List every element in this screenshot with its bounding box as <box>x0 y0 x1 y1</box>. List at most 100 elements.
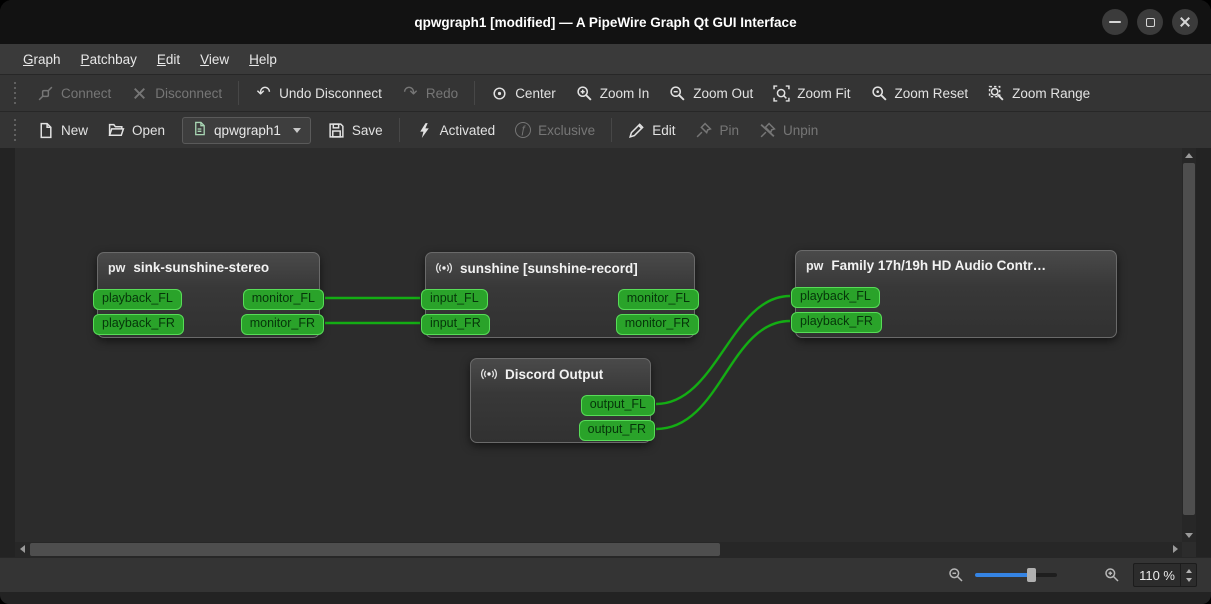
connect-icon <box>37 85 54 102</box>
zoom-spin-down-button[interactable] <box>1181 575 1196 586</box>
edit-pencil-icon <box>628 122 645 139</box>
close-button[interactable] <box>1172 9 1198 35</box>
disconnect-button[interactable]: Disconnect <box>121 78 232 109</box>
node-sink-sunshine-stereo[interactable]: pw sink-sunshine-stereo playback_FL play… <box>93 252 324 338</box>
exclusive-icon: ƒ <box>515 122 532 138</box>
center-label: Center <box>515 85 556 101</box>
zoom-spin-buttons <box>1180 564 1196 586</box>
graph-canvas[interactable]: pw sink-sunshine-stereo playback_FL play… <box>15 148 1182 542</box>
edit-button[interactable]: Edit <box>618 115 685 146</box>
port-input-fl[interactable]: input_FL <box>421 289 488 310</box>
new-file-icon <box>37 122 54 139</box>
node-title: sink-sunshine-stereo <box>133 260 270 275</box>
zoom-value: 110 % <box>1139 567 1175 583</box>
zoom-slider[interactable] <box>975 568 1057 582</box>
open-button[interactable]: Open <box>98 115 175 146</box>
zoom-out-button[interactable]: Zoom Out <box>659 78 763 109</box>
port-monitor-fl[interactable]: monitor_FL <box>617 289 699 310</box>
activated-button[interactable]: Activated <box>406 115 506 146</box>
menubar: Graph Patchbay Edit View Help <box>0 44 1211 74</box>
zoom-fit-label: Zoom Fit <box>797 85 851 101</box>
save-button[interactable]: Save <box>318 115 393 146</box>
menu-edit[interactable]: Edit <box>147 48 190 71</box>
redo-button[interactable]: ↷ Redo <box>392 78 468 109</box>
app-window: qpwgraph1 [modified] — A PipeWire Graph … <box>0 0 1211 604</box>
arrow-left-icon <box>16 545 25 553</box>
scroll-right-button[interactable] <box>1168 542 1182 556</box>
zoom-slider-handle[interactable] <box>1027 568 1036 582</box>
horizontal-scrollbar[interactable] <box>15 542 1182 557</box>
arrow-up-icon <box>1185 149 1193 158</box>
undo-icon: ↶ <box>256 82 271 103</box>
arrow-right-icon <box>1172 545 1182 553</box>
zoom-out-mag-icon[interactable] <box>948 567 964 583</box>
zoom-spin-up-button[interactable] <box>1181 564 1196 575</box>
port-input-fr[interactable]: input_FR <box>421 314 490 335</box>
menu-patchbay[interactable]: Patchbay <box>71 48 147 71</box>
patchbay-toolbar: New Open qpwgraph1 Save Activated ƒ Excl… <box>0 111 1211 148</box>
scroll-down-button[interactable] <box>1182 528 1196 542</box>
unpin-button[interactable]: Unpin <box>749 115 828 146</box>
toolbar-separator <box>474 81 476 105</box>
port-output-fl[interactable]: output_FL <box>580 395 655 416</box>
patchbay-file-combo[interactable]: qpwgraph1 <box>182 116 311 144</box>
node-sunshine-record[interactable]: sunshine [sunshine-record] input_FL inpu… <box>421 252 699 338</box>
pin-button[interactable]: Pin <box>685 115 749 146</box>
zoom-out-label: Zoom Out <box>693 85 754 101</box>
maximize-icon <box>1145 17 1155 27</box>
zoom-range-icon <box>988 85 1005 102</box>
disconnect-label: Disconnect <box>155 85 223 101</box>
scroll-left-button[interactable] <box>15 542 29 556</box>
save-label: Save <box>351 122 383 138</box>
port-monitor-fr[interactable]: monitor_FR <box>240 314 324 335</box>
vertical-scrollbar[interactable] <box>1182 148 1196 542</box>
activated-label: Activated <box>439 122 496 138</box>
statusbar: 110 % <box>0 557 1211 592</box>
zoom-in-mag-icon[interactable] <box>1104 567 1120 583</box>
center-button[interactable]: Center <box>481 78 566 109</box>
toolbar-separator <box>238 81 240 105</box>
toolbar-grip[interactable] <box>13 119 18 141</box>
save-icon <box>328 122 345 139</box>
node-family-hd-audio[interactable]: pw Family 17h/19h HD Audio Contr… playba… <box>791 250 1117 338</box>
titlebar[interactable]: qpwgraph1 [modified] — A PipeWire Graph … <box>0 0 1211 44</box>
stream-icon <box>436 262 452 274</box>
zoom-fit-button[interactable]: Zoom Fit <box>763 78 860 109</box>
zoom-spinbox[interactable]: 110 % <box>1133 563 1197 587</box>
open-label: Open <box>132 122 166 138</box>
node-discord-output[interactable]: Discord Output output_FL output_FR <box>470 358 655 443</box>
horizontal-scroll-handle[interactable] <box>30 543 720 556</box>
menu-graph[interactable]: Graph <box>13 48 71 71</box>
zoom-in-button[interactable]: Zoom In <box>566 78 660 109</box>
new-button[interactable]: New <box>27 115 98 146</box>
vertical-scroll-handle[interactable] <box>1183 163 1195 515</box>
exclusive-button[interactable]: ƒ Exclusive <box>505 115 605 145</box>
port-monitor-fl[interactable]: monitor_FL <box>242 289 324 310</box>
zoom-reset-button[interactable]: Zoom Reset <box>861 78 979 109</box>
spin-down-icon <box>1185 577 1192 585</box>
port-playback-fl[interactable]: playback_FL <box>93 289 182 310</box>
scroll-up-button[interactable] <box>1182 148 1196 162</box>
maximize-button[interactable] <box>1137 9 1163 35</box>
undo-disconnect-button[interactable]: ↶ Undo Disconnect <box>245 78 392 109</box>
edit-label: Edit <box>652 122 676 138</box>
menu-help[interactable]: Help <box>239 48 287 71</box>
toolbar-grip[interactable] <box>13 82 18 104</box>
port-monitor-fr[interactable]: monitor_FR <box>615 314 699 335</box>
connect-label: Connect <box>61 85 112 101</box>
patchbay-file-name: qpwgraph1 <box>214 122 281 138</box>
zoom-fit-icon <box>773 84 790 102</box>
port-playback-fl[interactable]: playback_FL <box>791 287 880 308</box>
minimize-button[interactable] <box>1102 9 1128 35</box>
zoom-range-button[interactable]: Zoom Range <box>978 78 1100 109</box>
port-output-fr[interactable]: output_FR <box>578 420 655 441</box>
arrow-down-icon <box>1185 532 1193 542</box>
menu-view[interactable]: View <box>190 48 239 71</box>
toolbar-separator <box>398 118 400 142</box>
window-title: qpwgraph1 [modified] — A PipeWire Graph … <box>414 14 797 30</box>
port-playback-fr[interactable]: playback_FR <box>93 314 184 335</box>
node-header: sunshine [sunshine-record] <box>426 253 694 282</box>
connect-button[interactable]: Connect <box>27 78 121 109</box>
graph-canvas-area: pw sink-sunshine-stereo playback_FL play… <box>15 148 1196 557</box>
port-playback-fr[interactable]: playback_FR <box>791 312 882 333</box>
